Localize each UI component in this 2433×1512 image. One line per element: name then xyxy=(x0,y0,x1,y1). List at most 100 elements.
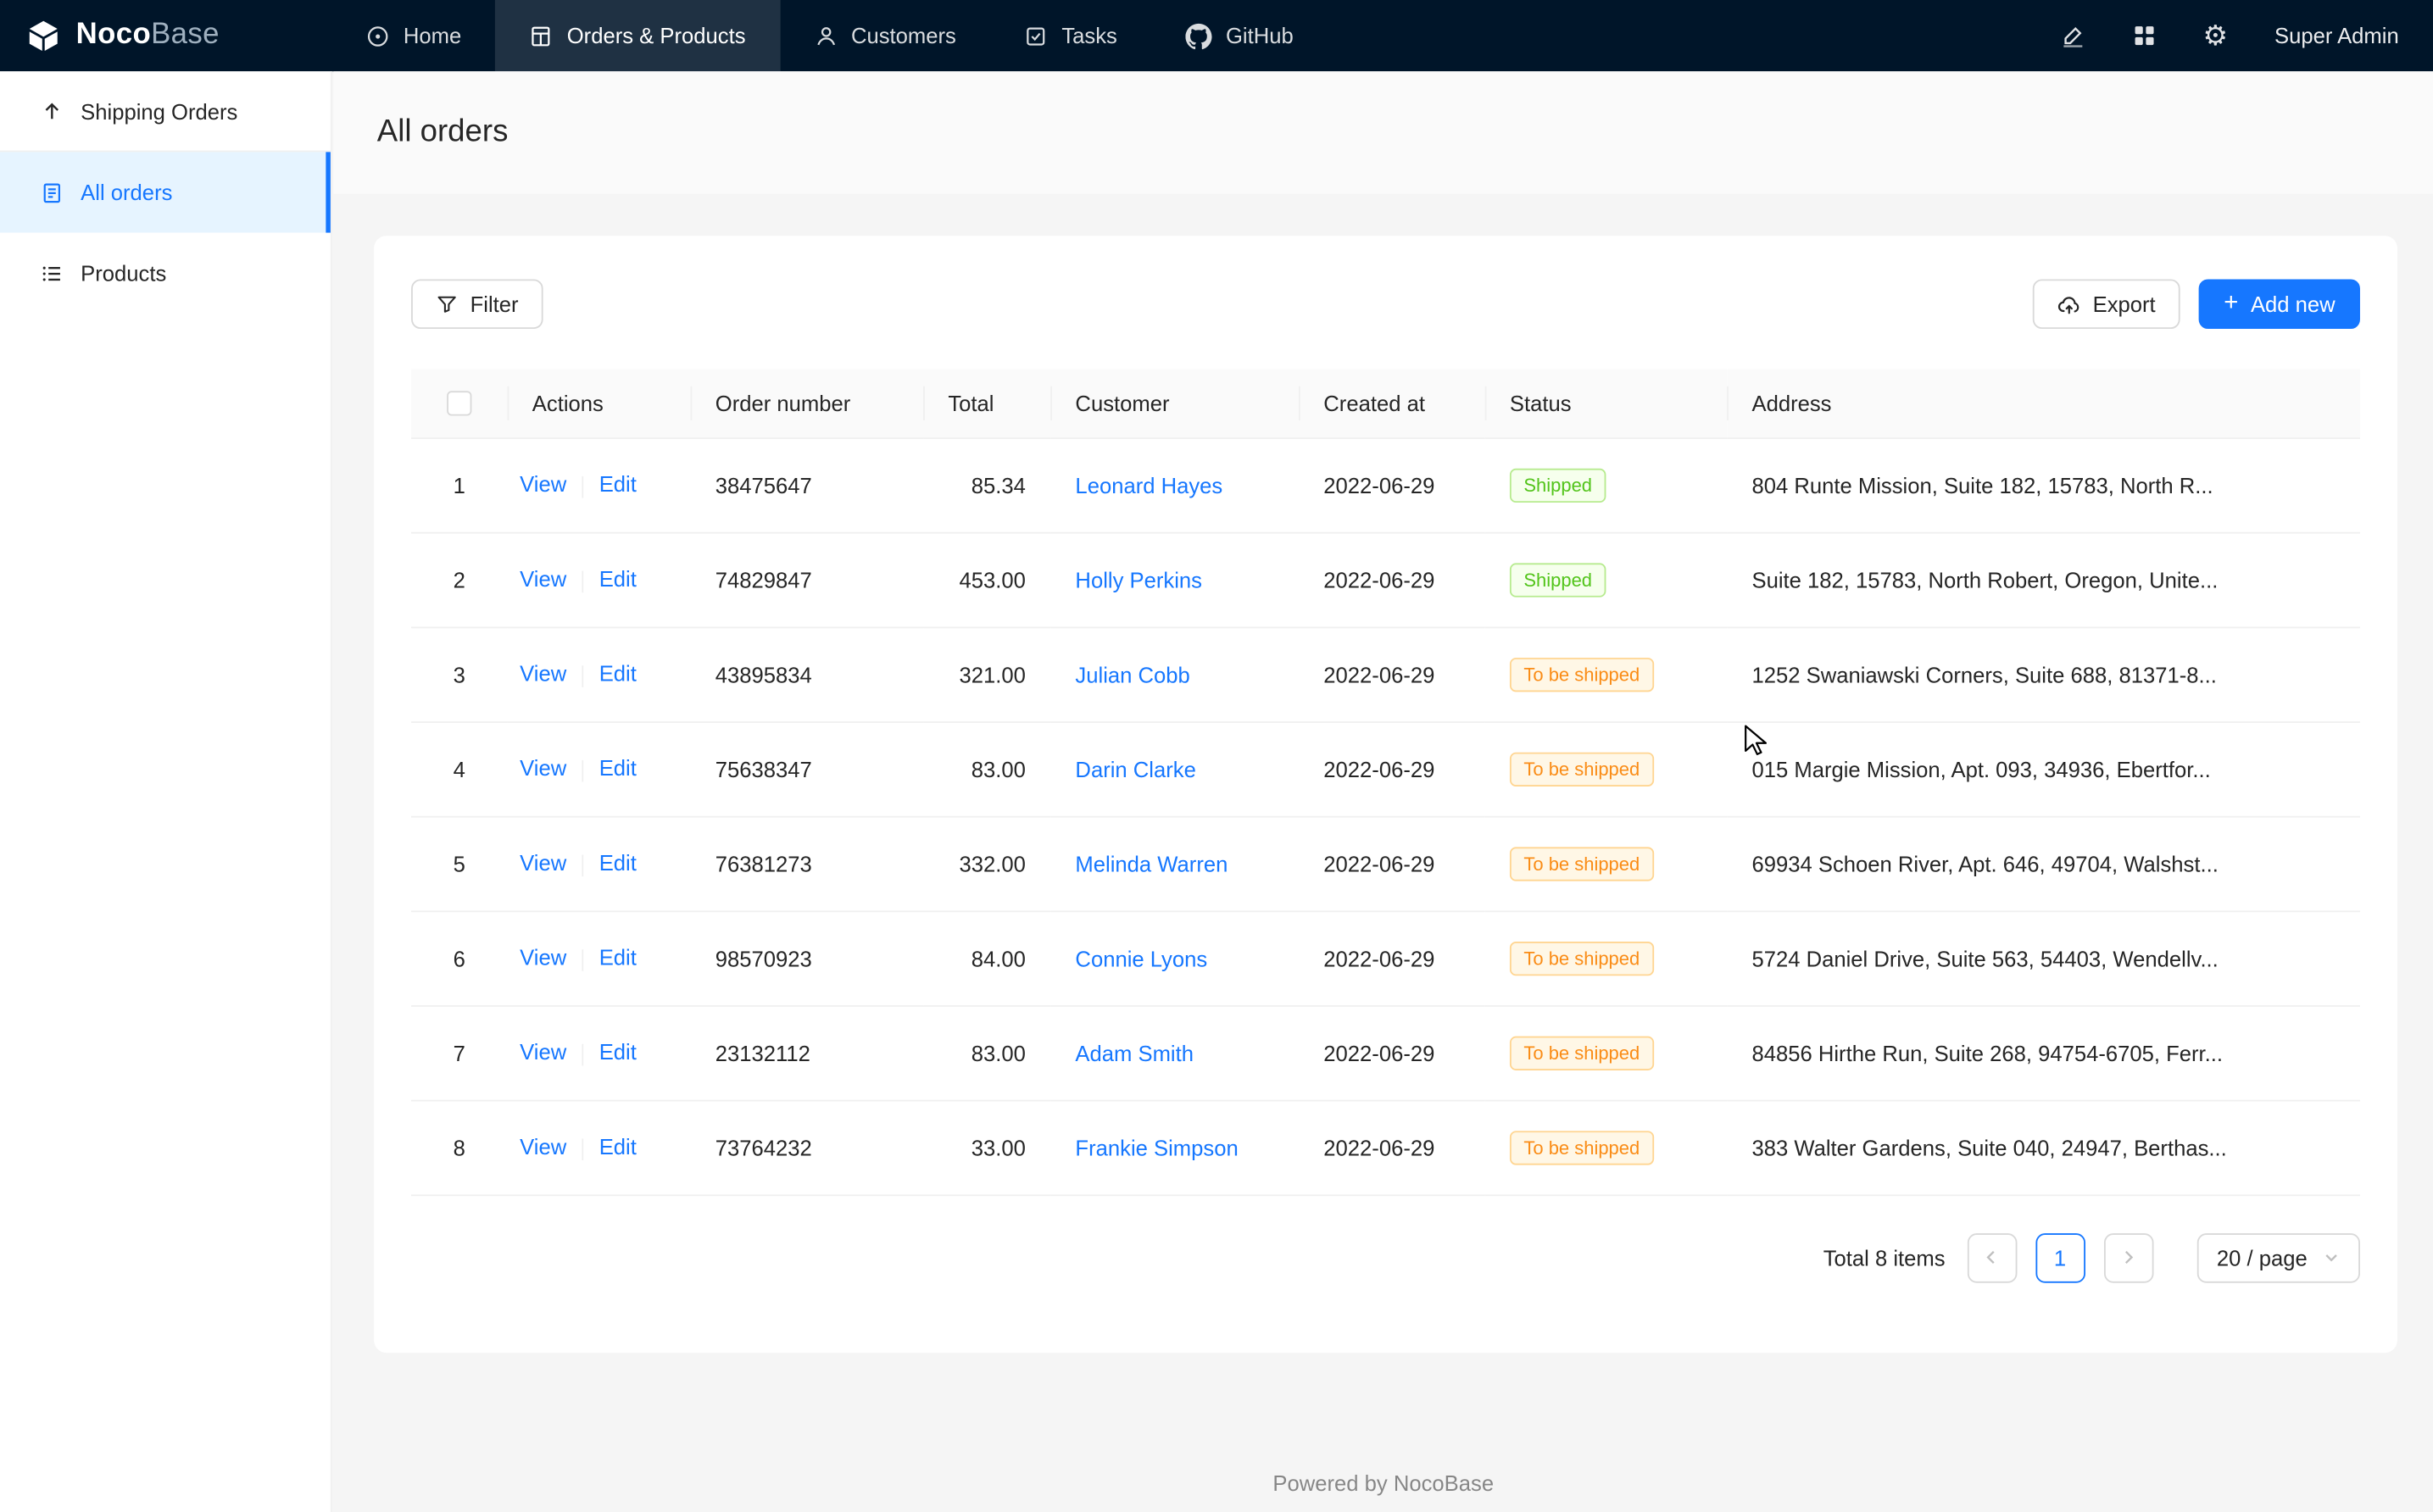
action-divider xyxy=(582,475,584,498)
header-status: Status xyxy=(1485,370,1728,438)
edit-link[interactable]: Edit xyxy=(599,1040,637,1065)
edit-link[interactable]: Edit xyxy=(599,661,637,686)
tasks-icon xyxy=(1024,24,1047,47)
cell-order-number: 76381273 xyxy=(691,816,924,911)
view-link[interactable]: View xyxy=(520,945,566,970)
navbar-tools: ⚙ Super Admin xyxy=(2060,0,2433,71)
cell-total: 83.00 xyxy=(923,1005,1050,1100)
customers-icon xyxy=(814,24,837,47)
pagination: Total 8 items 1 20 / page xyxy=(411,1232,2360,1282)
sidebar-item-shipping-orders[interactable]: Shipping Orders xyxy=(0,71,331,152)
toolbar-right: Export + Add new xyxy=(2032,279,2360,329)
chevron-down-icon xyxy=(2323,1248,2340,1265)
view-link[interactable]: View xyxy=(520,472,566,497)
customer-link[interactable]: Holly Perkins xyxy=(1075,567,1202,592)
customer-link[interactable]: Melinda Warren xyxy=(1075,851,1228,876)
cell-order-number: 75638347 xyxy=(691,721,924,816)
customer-link[interactable]: Julian Cobb xyxy=(1075,662,1189,687)
cell-row-index[interactable]: 3 xyxy=(411,626,507,721)
edit-link[interactable]: Edit xyxy=(599,945,637,970)
nav-item-github[interactable]: GitHub xyxy=(1151,0,1328,71)
brand[interactable]: NocoBase xyxy=(0,0,332,71)
table-row: 5 View Edit 76381273332.00 Melinda Warren 202… xyxy=(411,816,2360,911)
table-row: 1ViewEdit3847564785.34Leonard Hayes2022-… xyxy=(411,437,2360,532)
cell-customer: Frankie Simpson xyxy=(1050,1100,1299,1195)
user-menu[interactable]: Super Admin xyxy=(2274,23,2399,47)
cell-order-number: 74829847 xyxy=(691,532,924,627)
cell-row-index[interactable]: 1 xyxy=(411,437,507,532)
filter-icon xyxy=(436,293,458,315)
cell-row-index[interactable]: 5 xyxy=(411,816,507,911)
export-button[interactable]: Export xyxy=(2032,279,2180,329)
cell-order-number: 73764232 xyxy=(691,1100,924,1195)
header-customer: Customer xyxy=(1050,370,1299,438)
status-badge: To be shipped xyxy=(1510,752,1654,786)
page-1-button[interactable]: 1 xyxy=(2035,1232,2085,1282)
action-divider xyxy=(582,759,584,781)
pagination-total: Total 8 items xyxy=(1823,1245,1946,1270)
sidebar-item-products[interactable]: Products xyxy=(0,233,331,314)
settings-gear-icon[interactable]: ⚙ xyxy=(2203,22,2229,50)
add-new-button[interactable]: + Add new xyxy=(2199,279,2360,329)
customer-link[interactable]: Frankie Simpson xyxy=(1075,1135,1238,1159)
highlighter-icon[interactable] xyxy=(2060,23,2085,47)
edit-link[interactable]: Edit xyxy=(599,851,637,876)
edit-link[interactable]: Edit xyxy=(599,472,637,497)
next-page-button[interactable] xyxy=(2103,1232,2153,1282)
arrow-up-icon xyxy=(41,99,64,122)
table-row: 4ViewEdit7563834783.00Darin Clarke2022-0… xyxy=(411,721,2360,816)
cell-address: 015 Margie Mission, Apt. 093, 34936, Ebe… xyxy=(1727,721,2360,816)
cell-customer: Connie Lyons xyxy=(1050,910,1299,1005)
cell-order-number: 23132112 xyxy=(691,1005,924,1100)
cell-created-at: 2022-06-29 xyxy=(1299,816,1485,911)
app-root: NocoBase Home Orders & Products Customer… xyxy=(0,0,2433,1512)
page-size-value: 20 / page xyxy=(2217,1245,2308,1270)
view-link[interactable]: View xyxy=(520,756,566,781)
cell-total: 332.00 xyxy=(923,816,1050,911)
edit-link[interactable]: Edit xyxy=(599,1135,637,1159)
customer-link[interactable]: Leonard Hayes xyxy=(1075,472,1222,497)
header-created-at: Created at xyxy=(1299,370,1485,438)
select-all-checkbox[interactable] xyxy=(447,392,471,416)
filter-button-label: Filter xyxy=(470,292,519,316)
cell-status: Shipped xyxy=(1485,532,1728,627)
view-link[interactable]: View xyxy=(520,567,566,592)
customer-link[interactable]: Adam Smith xyxy=(1075,1040,1194,1065)
view-link[interactable]: View xyxy=(520,1135,566,1159)
edit-link[interactable]: Edit xyxy=(599,567,637,592)
sidebar-item-all-orders[interactable]: All orders xyxy=(0,152,331,232)
edit-link[interactable]: Edit xyxy=(599,756,637,781)
cell-row-index[interactable]: 6 xyxy=(411,910,507,1005)
table-row: 2ViewEdit74829847453.00Holly Perkins2022… xyxy=(411,532,2360,627)
cell-row-index[interactable]: 2 xyxy=(411,532,507,627)
cell-customer: Holly Perkins xyxy=(1050,532,1299,627)
view-link[interactable]: View xyxy=(520,851,566,876)
status-badge: To be shipped xyxy=(1510,941,1654,975)
home-icon xyxy=(366,24,389,47)
prev-page-button[interactable] xyxy=(1967,1232,2017,1282)
plugins-grid-icon[interactable] xyxy=(2131,23,2156,47)
cell-total: 83.00 xyxy=(923,721,1050,816)
customer-link[interactable]: Darin Clarke xyxy=(1075,756,1195,781)
cell-created-at: 2022-06-29 xyxy=(1299,626,1485,721)
page-header: All orders xyxy=(334,71,2433,194)
customer-link[interactable]: Connie Lyons xyxy=(1075,946,1207,970)
nav-item-customers[interactable]: Customers xyxy=(780,0,990,71)
view-link[interactable]: View xyxy=(520,661,566,686)
main-content: Filter Export + Add new xyxy=(334,194,2433,1512)
cell-row-index[interactable]: 4 xyxy=(411,721,507,816)
cell-row-index[interactable]: 8 xyxy=(411,1100,507,1195)
view-link[interactable]: View xyxy=(520,1040,566,1065)
header-total: Total xyxy=(923,370,1050,438)
nav-item-orders-products[interactable]: Orders & Products xyxy=(496,0,780,71)
cell-created-at: 2022-06-29 xyxy=(1299,1100,1485,1195)
nav-item-tasks[interactable]: Tasks xyxy=(990,0,1151,71)
table-row: 8ViewEdit7376423233.00Frankie Simpson202… xyxy=(411,1100,2360,1195)
nav-item-home[interactable]: Home xyxy=(332,0,496,71)
filter-button[interactable]: Filter xyxy=(411,279,543,329)
cell-row-index[interactable]: 7 xyxy=(411,1005,507,1100)
cell-status: To be shipped xyxy=(1485,1100,1728,1195)
nav-item-label: GitHub xyxy=(1226,23,1294,47)
page-size-select[interactable]: 20 / page xyxy=(2196,1232,2360,1282)
action-divider xyxy=(582,1043,584,1065)
